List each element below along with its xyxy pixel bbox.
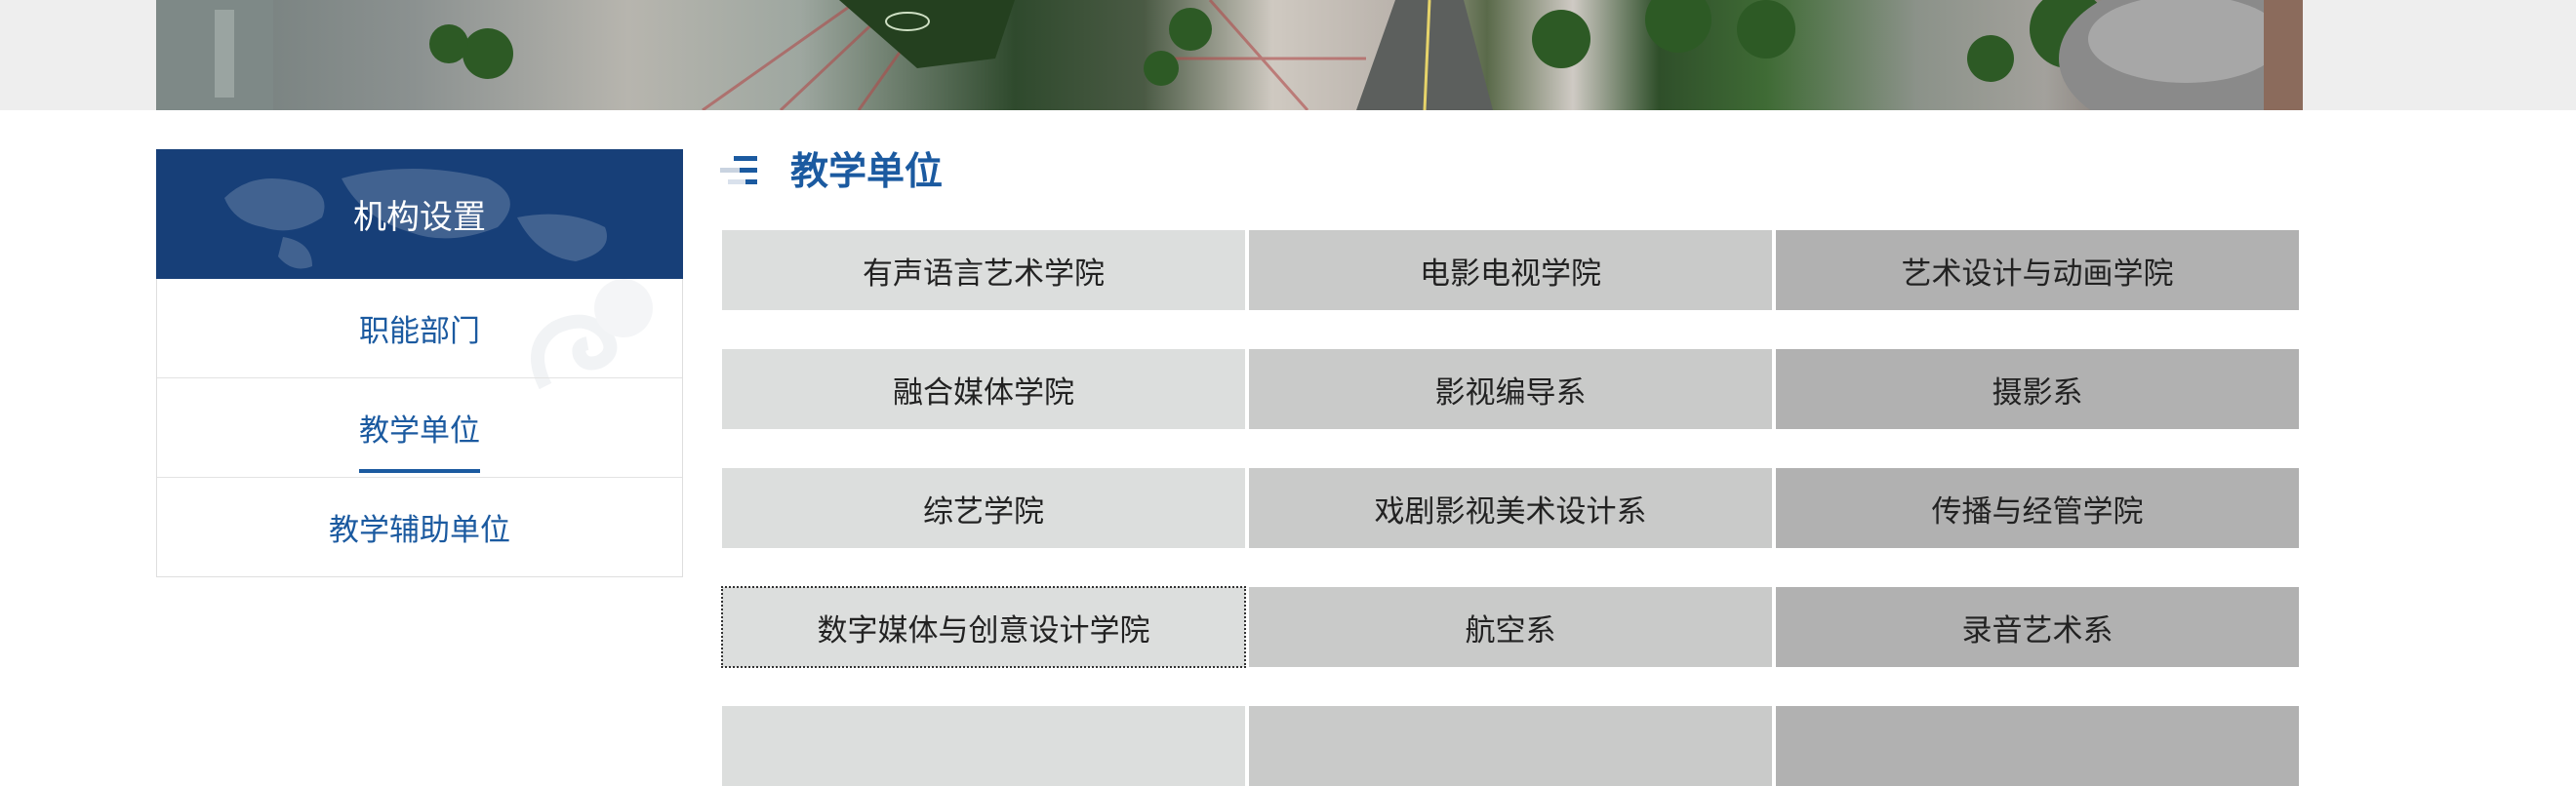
teaching-units-grid: 有声语言艺术学院 电影电视学院 艺术设计与动画学院 融合媒体学院 影视编导系 摄… [721,230,2299,786]
page-title: 教学单位 [790,150,944,194]
sidebar: 机构设置 职能部门 教学单位 教学辅助单位 [156,149,683,577]
unit-link[interactable]: 戏剧影视美术设计系 [1249,468,1772,548]
sidebar-header: 机构设置 [156,149,683,279]
sidebar-item-teaching-units[interactable]: 教学单位 [157,378,682,478]
unit-label: 传播与经管学院 [1931,493,2144,530]
unit-label: 录音艺术系 [1961,612,2113,648]
unit-link[interactable] [722,706,1245,786]
unit-link[interactable]: 有声语言艺术学院 [722,230,1245,310]
sidebar-item-functional-departments[interactable]: 职能部门 [157,279,682,378]
unit-label: 航空系 [1465,612,1556,648]
sidebar-menu: 职能部门 教学单位 教学辅助单位 [156,279,683,577]
unit-link[interactable]: 录音艺术系 [1776,587,2299,667]
section-title-icon [720,156,757,184]
unit-link[interactable]: 电影电视学院 [1249,230,1772,310]
unit-link[interactable]: 综艺学院 [722,468,1245,548]
sidebar-item-label: 教学单位 [359,406,480,473]
unit-link[interactable]: 艺术设计与动画学院 [1776,230,2299,310]
unit-link[interactable]: 融合媒体学院 [722,349,1245,429]
unit-label: 戏剧影视美术设计系 [1374,493,1647,530]
unit-link[interactable] [1776,706,2299,786]
unit-link[interactable]: 数字媒体与创意设计学院 [721,586,1246,668]
unit-link[interactable]: 摄影系 [1776,349,2299,429]
campus-banner-image [156,0,2303,110]
sidebar-title: 机构设置 [353,198,486,237]
unit-label: 融合媒体学院 [893,374,1074,411]
unit-link[interactable] [1249,706,1772,786]
sidebar-item-label: 职能部门 [359,314,480,349]
unit-label: 影视编导系 [1434,374,1587,411]
sidebar-item-teaching-support-units[interactable]: 教学辅助单位 [157,478,682,576]
unit-link[interactable]: 航空系 [1249,587,1772,667]
unit-label: 电影电视学院 [1420,255,1601,292]
unit-label: 摄影系 [1992,374,2083,411]
unit-link[interactable]: 传播与经管学院 [1776,468,2299,548]
unit-label: 有声语言艺术学院 [863,255,1105,292]
sidebar-item-label: 教学辅助单位 [329,513,510,548]
unit-label: 艺术设计与动画学院 [1901,255,2174,292]
unit-label: 综艺学院 [923,493,1044,530]
unit-link[interactable]: 影视编导系 [1249,349,1772,429]
unit-label: 数字媒体与创意设计学院 [817,612,1150,648]
